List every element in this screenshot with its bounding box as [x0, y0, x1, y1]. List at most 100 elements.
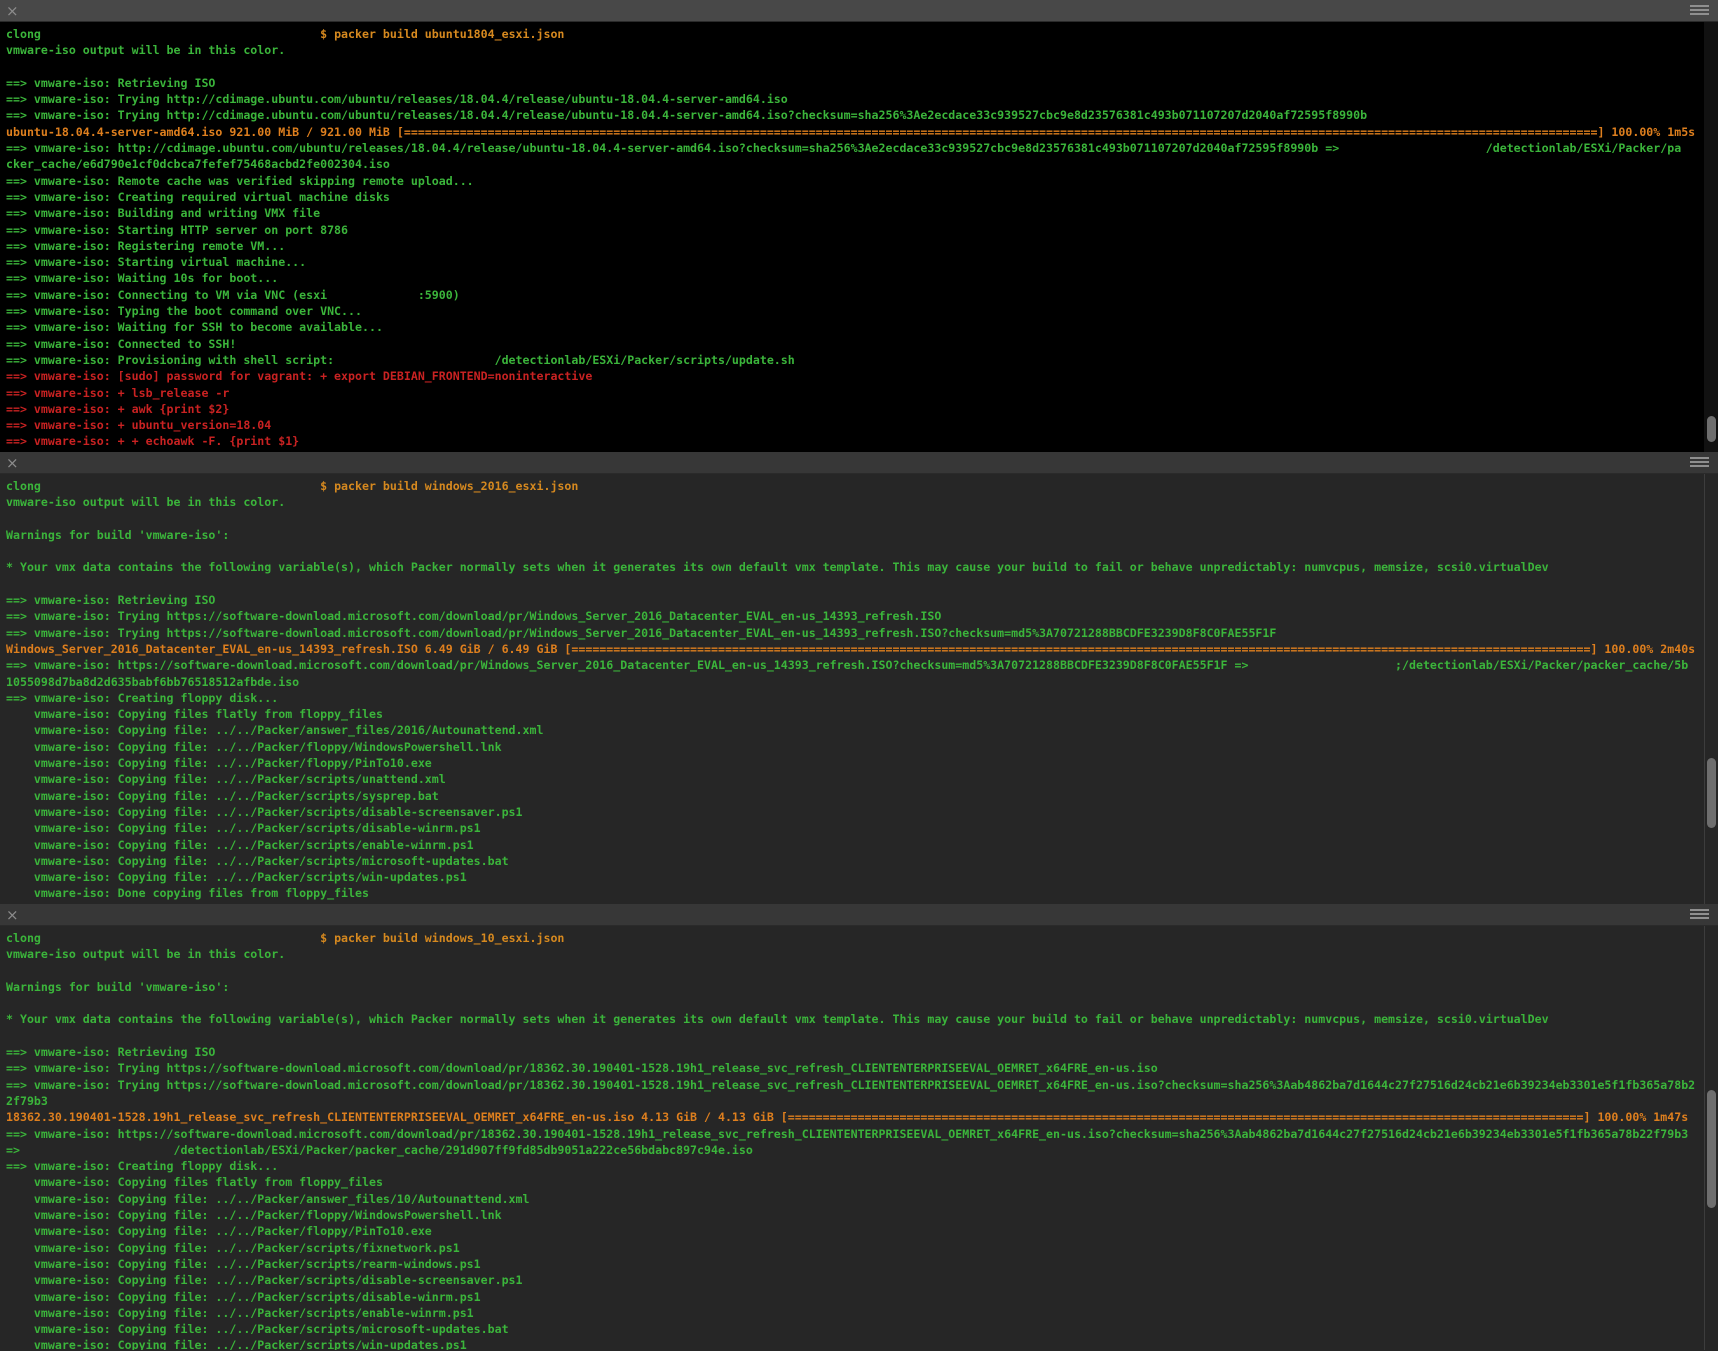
terminal-line: vmware-iso: Copying files flatly from fl…	[6, 1174, 1718, 1190]
terminal-line: vmware-iso: Copying file: ../../Packer/s…	[6, 1289, 1718, 1305]
terminal-line: vmware-iso: Copying file: ../../Packer/s…	[6, 853, 1718, 869]
terminal-line	[6, 59, 1718, 75]
terminal-line	[6, 995, 1718, 1011]
terminal-line: ==> vmware-iso: https://software-downloa…	[6, 1126, 1718, 1142]
terminal-line: ==> vmware-iso: Trying http://cdimage.ub…	[6, 107, 1718, 123]
terminal-line: vmware-iso: Copying file: ../../Packer/s…	[6, 1240, 1718, 1256]
terminal-line: ==> vmware-iso: Creating required virtua…	[6, 189, 1718, 205]
terminal-line: vmware-iso: Done copying files from flop…	[6, 885, 1718, 901]
terminal-line: vmware-iso: Copying file: ../../Packer/s…	[6, 1337, 1718, 1350]
terminal-pane-windows-10-esxi: × clong $ packer build windows_10_esxi.j…	[0, 904, 1718, 1350]
terminal-line: vmware-iso: Copying file: ../../Packer/a…	[6, 722, 1718, 738]
scrollbar[interactable]	[1704, 474, 1718, 904]
terminal-line: Windows_Server_2016_Datacenter_EVAL_en-u…	[6, 641, 1718, 657]
terminal-line: ==> vmware-iso: Trying http://cdimage.ub…	[6, 91, 1718, 107]
terminal-line: ==> vmware-iso: Typing the boot command …	[6, 303, 1718, 319]
terminal-line: vmware-iso: Copying file: ../../Packer/s…	[6, 820, 1718, 836]
terminal-line: ==> vmware-iso: https://software-downloa…	[6, 657, 1718, 673]
terminal-line: ubuntu-18.04.4-server-amd64.iso 921.00 M…	[6, 124, 1718, 140]
terminal-line: cker_cache/e6d790e1cf0dcbca7fefef75468ac…	[6, 156, 1718, 172]
terminal-output[interactable]: clong $ packer build windows_2016_esxi.j…	[0, 474, 1718, 904]
terminal-line	[6, 576, 1718, 592]
scrollbar-thumb[interactable]	[1707, 758, 1716, 828]
terminal-window: × clong $ packer build ubuntu1804_esxi.j…	[0, 0, 1718, 1351]
close-icon[interactable]: ×	[6, 453, 19, 473]
terminal-line: * Your vmx data contains the following v…	[6, 559, 1718, 575]
terminal-line: vmware-iso: Copying file: ../../Packer/s…	[6, 1272, 1718, 1288]
terminal-line: vmware-iso: Copying file: ../../Packer/s…	[6, 1305, 1718, 1321]
terminal-output[interactable]: clong $ packer build ubuntu1804_esxi.jso…	[0, 22, 1718, 452]
terminal-line	[6, 1028, 1718, 1044]
terminal-line: ==> vmware-iso: Trying https://software-…	[6, 1077, 1718, 1093]
terminal-line: ==> vmware-iso: Retrieving ISO	[6, 1044, 1718, 1060]
terminal-line: ==> vmware-iso: Trying https://software-…	[6, 1060, 1718, 1076]
terminal-line: vmware-iso: Copying file: ../../Packer/s…	[6, 869, 1718, 885]
terminal-line: ==> vmware-iso: Provisioning with shell …	[6, 352, 1718, 368]
pane-titlebar[interactable]: ×	[0, 452, 1718, 474]
terminal-line: ==> vmware-iso: + lsb_release -r	[6, 385, 1718, 401]
terminal-line: Warnings for build 'vmware-iso':	[6, 979, 1718, 995]
hamburger-menu-icon[interactable]	[1690, 909, 1709, 911]
terminal-line: vmware-iso: Copying file: ../../Packer/f…	[6, 1207, 1718, 1223]
terminal-line: ==> vmware-iso: Registering remote VM...	[6, 238, 1718, 254]
terminal-output[interactable]: clong $ packer build windows_10_esxi.jso…	[0, 926, 1718, 1350]
hamburger-menu-icon[interactable]	[1690, 457, 1709, 459]
hamburger-menu-icon[interactable]	[1690, 5, 1709, 7]
terminal-line	[6, 511, 1718, 527]
terminal-line: vmware-iso: Copying file: ../../Packer/s…	[6, 804, 1718, 820]
terminal-line: 2f79b3	[6, 1093, 1718, 1109]
terminal-line: ==> vmware-iso: Connected to SSH!	[6, 336, 1718, 352]
terminal-line: vmware-iso: Copying file: ../../Packer/a…	[6, 1191, 1718, 1207]
terminal-pane-windows-2016-esxi: × clong $ packer build windows_2016_esxi…	[0, 452, 1718, 904]
terminal-line: ==> vmware-iso: + awk {print $2}	[6, 401, 1718, 417]
terminal-line: ==> vmware-iso: Waiting for SSH to becom…	[6, 319, 1718, 335]
terminal-line: ==> vmware-iso: + + echoawk -F. {print $…	[6, 433, 1718, 449]
terminal-line: vmware-iso: Copying file: ../../Packer/f…	[6, 755, 1718, 771]
scrollbar[interactable]	[1704, 22, 1718, 452]
terminal-line: ==> vmware-iso: Starting virtual machine…	[6, 254, 1718, 270]
terminal-line: vmware-iso: Copying file: ../../Packer/s…	[6, 837, 1718, 853]
terminal-line	[6, 963, 1718, 979]
pane-titlebar[interactable]: ×	[0, 904, 1718, 926]
terminal-line: ==> vmware-iso: Starting HTTP server on …	[6, 222, 1718, 238]
terminal-line: clong $ packer build ubuntu1804_esxi.jso…	[6, 26, 1718, 42]
terminal-line: ==> vmware-iso: Remote cache was verifie…	[6, 173, 1718, 189]
terminal-line: vmware-iso output will be in this color.	[6, 42, 1718, 58]
terminal-line: ==> vmware-iso: [sudo] password for vagr…	[6, 368, 1718, 384]
terminal-line: ==> vmware-iso: Retrieving ISO	[6, 592, 1718, 608]
terminal-line: * Your vmx data contains the following v…	[6, 1011, 1718, 1027]
terminal-line: ==> vmware-iso: Retrieving ISO	[6, 75, 1718, 91]
terminal-line: vmware-iso output will be in this color.	[6, 946, 1718, 962]
terminal-line: vmware-iso: Copying file: ../../Packer/s…	[6, 771, 1718, 787]
terminal-line: ==> vmware-iso: Waiting 10s for boot...	[6, 270, 1718, 286]
terminal-line: => /detectionlab/ESXi/Packer/packer_cach…	[6, 1142, 1718, 1158]
terminal-line: ==> vmware-iso: Trying https://software-…	[6, 608, 1718, 624]
scrollbar-thumb[interactable]	[1707, 1090, 1716, 1208]
terminal-line: Warnings for build 'vmware-iso':	[6, 527, 1718, 543]
terminal-line: 18362.30.190401-1528.19h1_release_svc_re…	[6, 1109, 1718, 1125]
terminal-line: vmware-iso: Copying file: ../../Packer/s…	[6, 1321, 1718, 1337]
terminal-line: ==> vmware-iso: + ubuntu_version=18.04	[6, 417, 1718, 433]
terminal-line: clong $ packer build windows_10_esxi.jso…	[6, 930, 1718, 946]
close-icon[interactable]: ×	[6, 905, 19, 925]
terminal-line: vmware-iso: Copying file: ../../Packer/s…	[6, 788, 1718, 804]
terminal-line: clong $ packer build windows_2016_esxi.j…	[6, 478, 1718, 494]
terminal-line: ==> vmware-iso: Building and writing VMX…	[6, 205, 1718, 221]
terminal-line: vmware-iso: Copying file: ../../Packer/f…	[6, 1223, 1718, 1239]
close-icon[interactable]: ×	[6, 1, 19, 21]
terminal-line: ==> vmware-iso: Creating floppy disk...	[6, 690, 1718, 706]
terminal-line: ==> vmware-iso: http://cdimage.ubuntu.co…	[6, 140, 1718, 156]
terminal-line: ==> vmware-iso: Connecting to VM via VNC…	[6, 287, 1718, 303]
scrollbar[interactable]	[1704, 926, 1718, 1350]
terminal-line: ==> vmware-iso: Trying https://software-…	[6, 625, 1718, 641]
terminal-line: vmware-iso: Copying files flatly from fl…	[6, 706, 1718, 722]
terminal-line: vmware-iso: Copying file: ../../Packer/s…	[6, 1256, 1718, 1272]
terminal-line	[6, 543, 1718, 559]
terminal-pane-ubuntu1804-esxi: × clong $ packer build ubuntu1804_esxi.j…	[0, 0, 1718, 452]
pane-titlebar[interactable]: ×	[0, 0, 1718, 22]
terminal-line: ==> vmware-iso: Creating floppy disk...	[6, 1158, 1718, 1174]
terminal-line: 1055098d7ba8d2d635babf6bb76518512afbde.i…	[6, 674, 1718, 690]
scrollbar-thumb[interactable]	[1707, 416, 1716, 442]
terminal-line: vmware-iso: Copying file: ../../Packer/f…	[6, 739, 1718, 755]
terminal-line: vmware-iso output will be in this color.	[6, 494, 1718, 510]
